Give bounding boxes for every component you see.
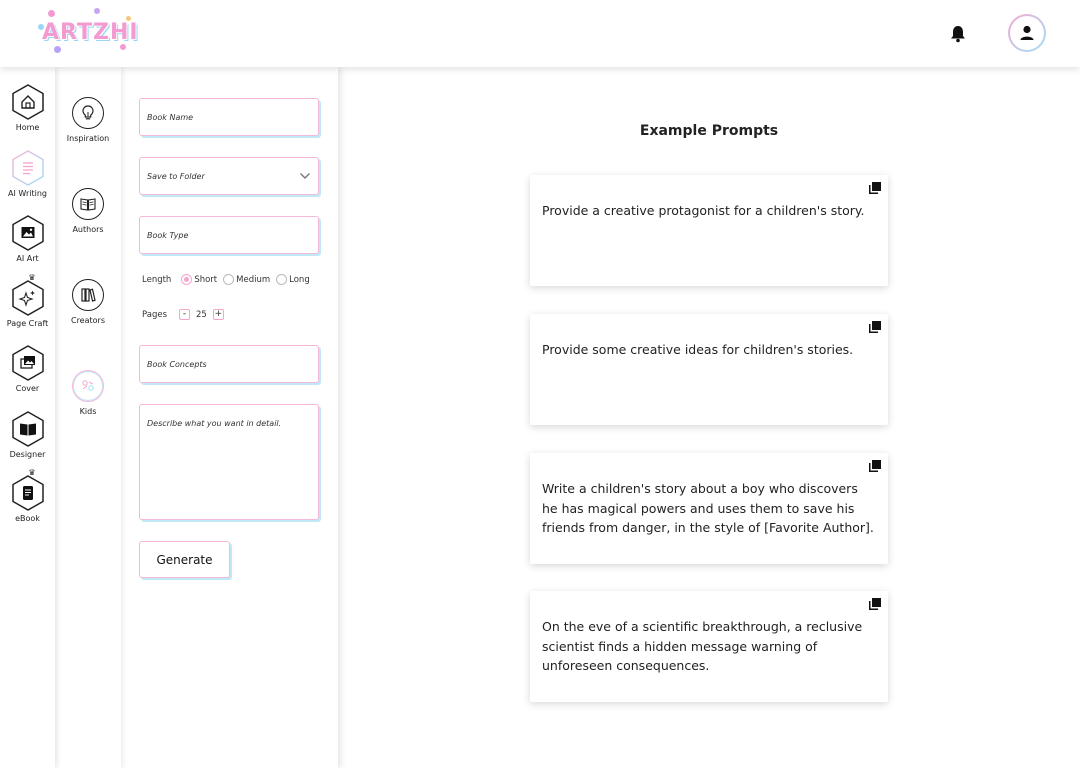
pages-label: Pages — [142, 309, 168, 320]
select-placeholder: Save to Folder — [147, 171, 205, 181]
profile-avatar[interactable] — [1008, 14, 1046, 52]
radio-label: Long — [289, 274, 310, 285]
prompt-text: Write a children's story about a boy who… — [542, 481, 874, 535]
description-textarea[interactable]: Describe what you want in detail. — [139, 404, 319, 520]
book-name-input[interactable]: Book Name — [139, 98, 319, 136]
nav-label: eBook — [15, 514, 40, 523]
open-book-icon — [19, 423, 36, 436]
prompt-card[interactable]: On the eve of a scientific breakthrough,… — [530, 591, 888, 702]
length-selector: Length Short Medium Long — [142, 274, 316, 285]
nav-label: Page Craft — [6, 319, 49, 328]
kids-icon — [82, 380, 94, 391]
radio-label: Short — [194, 274, 218, 285]
length-long-radio[interactable]: Long — [276, 274, 310, 285]
sparkles-icon — [17, 290, 35, 307]
radio-indicator — [181, 274, 193, 285]
nav-ai-art[interactable]: AI Art — [0, 215, 55, 263]
nav-label: Cover — [15, 384, 40, 393]
nav-home[interactable]: Home — [0, 84, 55, 132]
nav-label: Home — [15, 123, 40, 132]
prompt-card[interactable]: Provide a creative protagonist for a chi… — [530, 175, 888, 286]
books-icon — [81, 288, 96, 302]
book-form-panel: Book Name Save to Folder Book Type Lengt… — [121, 67, 338, 768]
prompt-text: Provide some creative ideas for children… — [542, 342, 854, 357]
copy-icon[interactable] — [868, 181, 882, 195]
nav-ai-writing[interactable]: AI Writing — [0, 150, 55, 198]
crown-icon: ♛ — [28, 468, 36, 477]
prompt-text: On the eve of a scientific breakthrough,… — [542, 619, 863, 673]
category-authors[interactable]: Authors — [55, 188, 121, 234]
pages-stepper: Pages - 25 + — [142, 309, 224, 320]
radio-label: Medium — [236, 274, 271, 285]
nav-page-craft[interactable]: ♛ Page Craft — [0, 273, 55, 328]
nav-cover[interactable]: Cover — [0, 345, 55, 393]
length-label: Length — [142, 274, 172, 285]
book-concepts-input[interactable]: Book Concepts — [139, 345, 319, 383]
lightbulb-icon — [82, 105, 94, 120]
length-short-radio[interactable]: Short — [181, 274, 217, 285]
category-label: Creators — [70, 316, 105, 325]
nav-label: Designer — [9, 450, 46, 459]
copy-icon[interactable] — [868, 320, 882, 334]
radio-indicator — [276, 274, 288, 285]
save-to-folder-select[interactable]: Save to Folder — [139, 157, 319, 195]
image-icon — [21, 227, 34, 238]
prompt-card[interactable]: Write a children's story about a boy who… — [530, 453, 888, 564]
book-type-input[interactable]: Book Type — [139, 216, 319, 254]
main-nav-rail: Home AI Writing AI Art ♛ Page Craft Cove… — [0, 67, 55, 768]
logo-text: ARTZHI — [42, 20, 139, 45]
user-icon — [1020, 25, 1034, 40]
pages-decrement-button[interactable]: - — [179, 309, 191, 320]
category-rail: Inspiration Authors Creators Kids — [55, 67, 121, 768]
home-icon — [20, 95, 35, 109]
page-title: Example Prompts — [639, 123, 779, 139]
generate-button[interactable]: Generate — [139, 541, 230, 578]
prompt-card[interactable]: Provide some creative ideas for children… — [530, 314, 888, 425]
bell-icon[interactable] — [948, 24, 968, 44]
pages-increment-button[interactable]: + — [212, 309, 224, 320]
category-creators[interactable]: Creators — [55, 279, 121, 325]
app-logo[interactable]: ARTZHI — [34, 6, 138, 60]
top-bar: ARTZHI — [0, 0, 1080, 67]
nav-ebook[interactable]: ♛ eBook — [0, 468, 55, 523]
document-lines-icon — [22, 162, 33, 175]
pages-value: 25 — [196, 309, 207, 320]
prompt-text: Provide a creative protagonist for a chi… — [542, 203, 865, 218]
book-pages-icon — [80, 198, 96, 211]
chevron-down-icon — [300, 173, 310, 179]
length-medium-radio[interactable]: Medium — [223, 274, 270, 285]
ebook-icon — [22, 486, 33, 500]
nav-label: AI Writing — [8, 189, 47, 198]
category-label: Inspiration — [66, 134, 110, 143]
copy-icon[interactable] — [868, 459, 882, 473]
category-kids[interactable]: Kids — [55, 370, 121, 416]
nav-designer[interactable]: Designer — [0, 411, 55, 459]
category-inspiration[interactable]: Inspiration — [55, 97, 121, 143]
category-label: Kids — [79, 407, 97, 416]
radio-indicator — [223, 274, 235, 285]
category-label: Authors — [72, 225, 104, 234]
photo-stack-icon — [19, 356, 35, 369]
nav-label: AI Art — [16, 254, 39, 263]
copy-icon[interactable] — [868, 597, 882, 611]
crown-icon: ♛ — [28, 273, 36, 282]
